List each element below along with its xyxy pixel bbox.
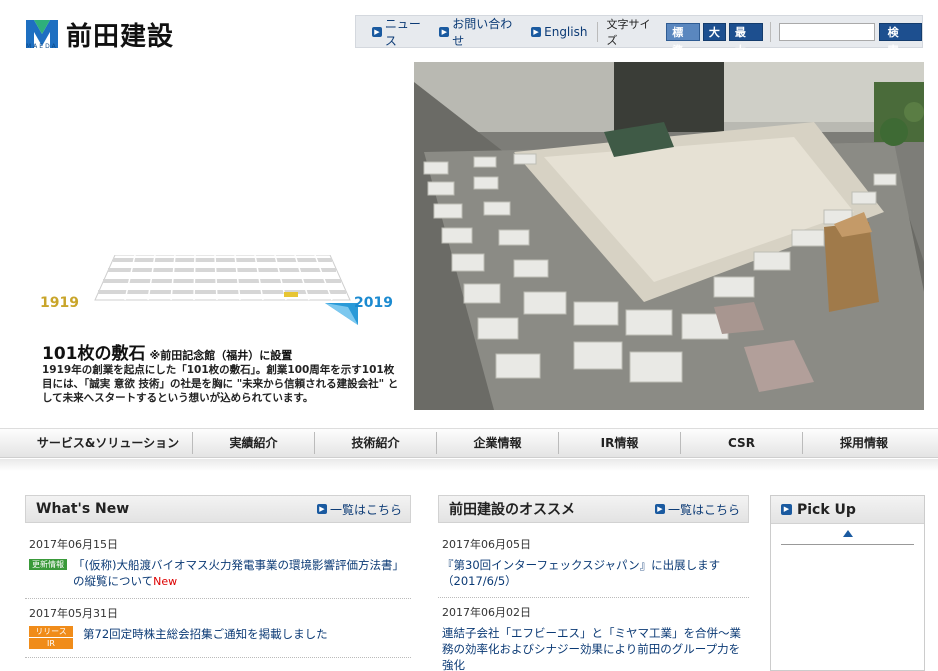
- pickup-panel: ▶ Pick Up: [770, 495, 925, 671]
- arrow-right-icon: ▶: [654, 504, 665, 514]
- english-link-label: English: [544, 24, 588, 39]
- arrow-right-icon: ▶: [316, 504, 327, 514]
- logo-subtext: MAEDA: [26, 43, 58, 50]
- font-size-standard-button[interactable]: 標準: [666, 22, 700, 57]
- recommend-header: 前田建設のオススメ ▶ 一覧はこちら: [438, 495, 749, 523]
- hero-description: 1919年の創業を起点にした「101枚の敷石」。創業100周年を示す101枚目に…: [42, 364, 399, 404]
- news-date: 2017年05月31日: [29, 607, 118, 620]
- new-badge: New: [153, 575, 178, 588]
- news-date: 2017年06月02日: [442, 606, 531, 619]
- search-input[interactable]: [778, 22, 875, 41]
- nav-item-works[interactable]: 実績紹介: [193, 432, 315, 454]
- stones-grid-graphic: [94, 255, 358, 325]
- pickup-title: Pick Up: [797, 501, 856, 518]
- arrow-right-icon: ▶: [439, 26, 450, 37]
- news-link-text[interactable]: 『第30回インターフェックスジャパン』に出展します（2017/6/5）: [442, 557, 749, 589]
- ir-tag: IR: [29, 638, 73, 649]
- whats-new-header: What's New ▶ 一覧はこちら: [25, 495, 411, 523]
- recommend-more-label: 一覧はこちら: [667, 502, 740, 517]
- news-link-label: ニュース: [384, 16, 421, 48]
- recommend-more-link[interactable]: ▶ 一覧はこちら: [654, 501, 740, 518]
- news-date: 2017年06月15日: [29, 538, 118, 551]
- tag-stack: リリース IR: [29, 626, 73, 649]
- font-size-large-button[interactable]: 大: [702, 22, 726, 41]
- hero-photo[interactable]: [414, 62, 924, 410]
- whats-new-list: 2017年06月15日 更新情報 「(仮称)大船渡バイオマス火力発電事業の環境影…: [25, 530, 411, 658]
- start-year: 1919: [40, 295, 79, 311]
- recommend-list: 2017年06月05日 『第30回インターフェックスジャパン』に出展します（20…: [438, 530, 749, 671]
- font-size-label: 文字サイズ: [606, 17, 651, 47]
- news-row: 更新情報 「(仮称)大船渡バイオマス火力発電事業の環境影響評価方法書」の縦覧につ…: [29, 557, 411, 590]
- whats-new-more-link[interactable]: ▶ 一覧はこちら: [316, 501, 402, 518]
- news-date: 2017年06月05日: [442, 538, 531, 551]
- nav-item-ir[interactable]: IR情報: [559, 432, 681, 454]
- nav-shadow: [0, 459, 938, 471]
- contact-link[interactable]: ▶ お問い合わせ: [439, 15, 523, 49]
- end-year: 2019: [354, 295, 393, 311]
- scroll-up-icon[interactable]: [843, 530, 853, 537]
- divider: [781, 544, 914, 545]
- news-link-text[interactable]: 連結子会社「エフビーエス」と「ミヤマ工業」を合併～業務の効率化およびシナジー効果…: [442, 625, 749, 671]
- list-item[interactable]: 2017年06月15日 更新情報 「(仮称)大船渡バイオマス火力発電事業の環境影…: [25, 530, 411, 599]
- font-size-largest-button[interactable]: 最大: [728, 22, 763, 57]
- whats-new-title: What's New: [36, 501, 130, 517]
- news-row: リリース IR 第72回定時株主総会招集ご通知を掲載しました: [29, 626, 411, 649]
- whats-new-more-label: 一覧はこちら: [329, 502, 402, 517]
- arrow-right-icon: ▶: [372, 26, 382, 37]
- contact-link-label: お問い合わせ: [452, 16, 513, 48]
- news-content: 「(仮称)大船渡バイオマス火力発電事業の環境影響評価方法書」の縦覧についてNew: [73, 557, 411, 590]
- list-item[interactable]: 2017年06月05日 『第30回インターフェックスジャパン』に出展します（20…: [438, 530, 749, 598]
- global-nav: サービス&ソリューション 実績紹介 技術紹介 企業情報 IR情報 CSR 採用情…: [0, 428, 938, 458]
- news-row: 連結子会社「エフビーエス」と「ミヤマ工業」を合併～業務の効率化およびシナジー効果…: [442, 625, 749, 671]
- recommend-title: 前田建設のオススメ: [449, 502, 575, 518]
- divider: [597, 21, 599, 42]
- pickup-header: ▶ Pick Up: [771, 496, 924, 524]
- news-link-text[interactable]: 「(仮称)大船渡バイオマス火力発電事業の環境影響評価方法書」の縦覧について: [73, 558, 404, 588]
- hero-title-text: 101枚の敷石: [42, 344, 146, 364]
- nav-item-services[interactable]: サービス&ソリューション: [24, 432, 193, 454]
- list-item[interactable]: 2017年06月02日 連結子会社「エフビーエス」と「ミヤマ工業」を合併～業務の…: [438, 598, 749, 671]
- news-link[interactable]: ▶ ニュース: [372, 15, 431, 49]
- news-link-text[interactable]: 第72回定時株主総会招集ご通知を掲載しました: [83, 626, 328, 649]
- logo-text: 前田建設: [66, 22, 175, 52]
- english-link[interactable]: ▶ English: [531, 25, 587, 39]
- utility-bar: ▶ ニュース ▶ お問い合わせ ▶ English 文字サイズ 標準 大 最大 検 索: [355, 15, 923, 57]
- nav-item-company[interactable]: 企業情報: [437, 432, 559, 454]
- hero-title-note: ※前田記念館（福井）に設置: [149, 349, 293, 362]
- nav-item-csr[interactable]: CSR: [681, 432, 803, 454]
- arrow-right-icon: ▶: [781, 504, 792, 515]
- news-row: 『第30回インターフェックスジャパン』に出展します（2017/6/5）: [442, 557, 749, 589]
- update-tag: 更新情報: [29, 559, 67, 570]
- release-tag: リリース: [29, 626, 73, 637]
- arrow-right-icon: ▶: [531, 26, 542, 37]
- divider: [769, 21, 771, 42]
- nav-item-technology[interactable]: 技術紹介: [315, 432, 437, 454]
- search-button[interactable]: 検 索: [878, 22, 922, 57]
- hero-title: 101枚の敷石 ※前田記念館（福井）に設置: [42, 339, 292, 364]
- list-item[interactable]: 2017年05月31日 リリース IR 第72回定時株主総会招集ご通知を掲載しま…: [25, 599, 411, 658]
- nav-item-recruit[interactable]: 採用情報: [803, 432, 925, 454]
